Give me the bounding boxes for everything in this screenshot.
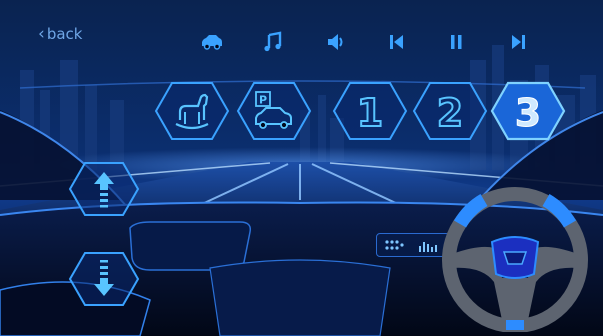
- parking-car-icon: P: [236, 82, 312, 140]
- gear-2-label: 2: [437, 91, 463, 135]
- back-button[interactable]: ‹ back: [38, 25, 82, 43]
- kid-mode-button[interactable]: [154, 80, 230, 142]
- parking-sign-text: P: [259, 94, 267, 107]
- equalizer-icon: [385, 240, 437, 252]
- gear-3-label: 3: [515, 91, 541, 135]
- shift-up-icon: [68, 162, 140, 216]
- rocking-horse-icon: [154, 82, 230, 140]
- shift-down-icon: [68, 252, 140, 306]
- gear-2-icon: 2: [412, 82, 488, 140]
- gear-3-button[interactable]: 3: [490, 80, 566, 142]
- pause-icon: [451, 35, 462, 49]
- steering-wheel[interactable]: [440, 182, 590, 333]
- skip-next-icon: [512, 35, 525, 49]
- skip-previous-icon: [390, 35, 403, 49]
- car-icon: [202, 35, 222, 50]
- steering-wheel-icon: [442, 187, 588, 333]
- gear-3-icon: 3: [490, 81, 566, 141]
- music-button[interactable]: [260, 30, 288, 54]
- parking-button[interactable]: P: [236, 80, 312, 142]
- next-button[interactable]: [505, 30, 533, 54]
- car-button[interactable]: [198, 30, 226, 54]
- music-note-icon: [264, 31, 282, 52]
- gear-1-icon: 1: [332, 82, 408, 140]
- dashboard-mini-display: [376, 233, 450, 257]
- back-label: back: [46, 25, 83, 43]
- pause-button[interactable]: [443, 30, 471, 54]
- gear-1-button[interactable]: 1: [332, 80, 408, 142]
- previous-button[interactable]: [383, 30, 411, 54]
- gear-1-label: 1: [357, 91, 383, 135]
- shift-down-button[interactable]: [68, 250, 140, 308]
- chevron-left-icon: ‹: [38, 23, 45, 44]
- volume-icon: [328, 34, 343, 50]
- car-simulator-screen: ‹ back P 1 2 3: [0, 0, 603, 336]
- gear-2-button[interactable]: 2: [412, 80, 488, 142]
- shift-up-button[interactable]: [68, 160, 140, 218]
- volume-button[interactable]: [322, 30, 350, 54]
